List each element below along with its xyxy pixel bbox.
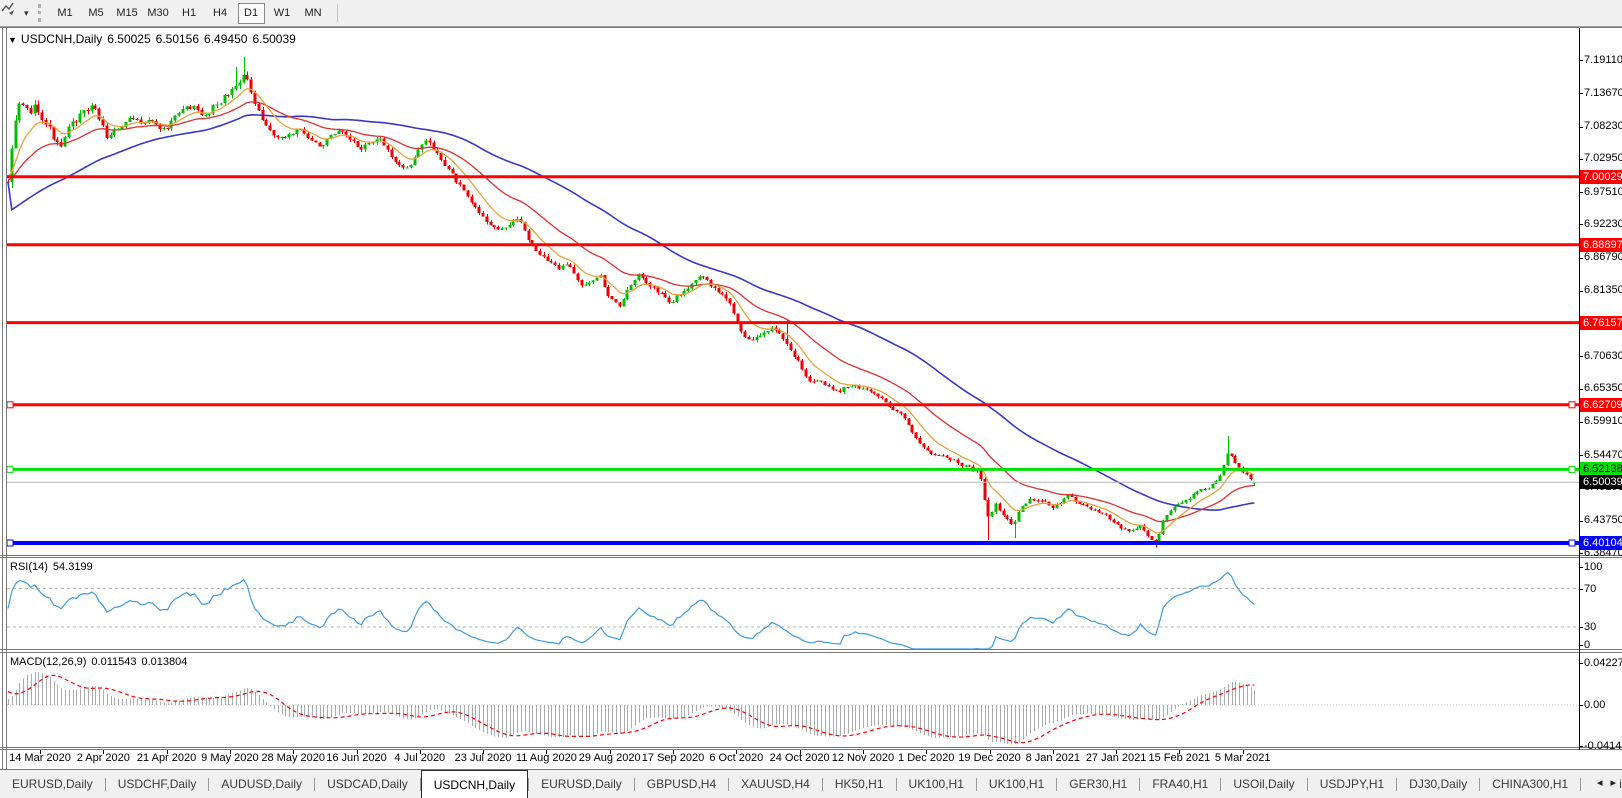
chart-tab-CHINA300-H1[interactable]: CHINA300,H1 xyxy=(1480,770,1580,798)
chart-tab-USDCNH-Daily[interactable]: USDCNH,Daily xyxy=(421,770,528,798)
date-axis-label: 6 Oct 2020 xyxy=(709,752,763,764)
date-axis-label: 5 Mar 2021 xyxy=(1215,752,1271,764)
ohlc-low: 6.49450 xyxy=(204,32,247,46)
chart-tab-GER30-H1[interactable]: GER30,H1 xyxy=(1057,770,1139,798)
date-axis-label: 8 Jan 2021 xyxy=(1026,752,1080,764)
price-line-label-6-76157: 6.76157 xyxy=(1580,316,1622,330)
macd-signal-value: 0.013804 xyxy=(142,656,188,668)
price-line-label-6-40104: 6.40104 xyxy=(1580,536,1622,550)
price-axis-tick: 6.43750 xyxy=(1584,514,1622,526)
chart-tab-AUDUSD-Daily[interactable]: AUDUSD,Daily xyxy=(209,770,314,798)
terminal-window: ▾ M1M5M15M30H1H4D1W1MN ▼ USDCNH,Daily 6.50… xyxy=(0,0,1622,798)
macd-name: MACD(12,26,9) xyxy=(10,656,86,668)
macd-axis-tick: 0.00 xyxy=(1584,699,1605,711)
date-axis-label: 9 May 2020 xyxy=(201,752,258,764)
date-axis-label: 21 Apr 2020 xyxy=(137,752,196,764)
tab-scroll-arrows: ◂ ▸ xyxy=(1594,776,1619,789)
date-axis-label: 14 Mar 2020 xyxy=(9,752,71,764)
timeframe-button-M1[interactable]: M1 xyxy=(52,3,79,24)
chart-tab-bar: EURUSD,DailyUSDCHF,DailyAUDUSD,DailyUSDC… xyxy=(0,770,1622,798)
ohlc-open: 6.50025 xyxy=(107,32,150,46)
toolbar-separator xyxy=(337,4,338,22)
rsi-axis-tick: 70 xyxy=(1584,583,1596,595)
macd-main-value: 0.011543 xyxy=(91,656,136,668)
price-line-label-6-88897: 6.88897 xyxy=(1580,238,1622,252)
price-line-label-6-62709: 6.62709 xyxy=(1580,398,1622,412)
toolbar-grip[interactable] xyxy=(38,4,41,22)
timeframe-button-D1[interactable]: D1 xyxy=(238,3,265,24)
chart-tab-USOil-Daily[interactable]: USOil,Daily xyxy=(1221,770,1306,798)
timeframes-toolbar: ▾ M1M5M15M30H1H4D1W1MN xyxy=(0,0,1622,27)
tab-scroll-right-icon[interactable]: ▸ xyxy=(1610,776,1616,789)
timeframe-button-W1[interactable]: W1 xyxy=(269,3,296,24)
rsi-axis-tick: 100 xyxy=(1584,561,1602,573)
chart-tab-FRA40-H1[interactable]: FRA40,H1 xyxy=(1140,770,1220,798)
chart-tab-EURUSD-Daily[interactable]: EURUSD,Daily xyxy=(0,770,105,798)
date-axis-label: 29 Aug 2020 xyxy=(579,752,641,764)
price-axis-tick: 6.97510 xyxy=(1584,186,1622,198)
timeframe-button-M15[interactable]: M15 xyxy=(114,3,141,24)
price-line-label-7-00029: 7.00029 xyxy=(1580,170,1622,184)
rsi-indicator-label: RSI(14) 54.3199 xyxy=(10,561,98,573)
price-axis-tick: 7.19110 xyxy=(1584,54,1622,66)
date-axis-label: 12 Nov 2020 xyxy=(832,752,894,764)
chart-tab-USDCHF-Daily[interactable]: USDCHF,Daily xyxy=(106,770,209,798)
chart-title: USDCNH,Daily xyxy=(21,32,102,46)
date-axis-label: 1 Dec 2020 xyxy=(898,752,954,764)
price-axis-tick: 6.59910 xyxy=(1584,415,1622,427)
date-axis-label: 4 Jul 2020 xyxy=(394,752,445,764)
timeframe-button-H4[interactable]: H4 xyxy=(207,3,234,24)
ohlc-close: 6.50039 xyxy=(252,32,295,46)
macd-axis-tick: 0.042275 xyxy=(1584,657,1622,669)
date-axis-label: 19 Dec 2020 xyxy=(958,752,1020,764)
rsi-value: 54.3199 xyxy=(53,561,93,573)
price-axis-tick: 6.81350 xyxy=(1584,284,1622,296)
rsi-axis-tick: 0 xyxy=(1584,639,1590,651)
chart-tab-UK100-H1[interactable]: UK100,H1 xyxy=(897,770,976,798)
price-axis-tick: 6.92230 xyxy=(1584,218,1622,230)
chart-ohlc-header: ▼ USDCNH,Daily 6.50025 6.50156 6.49450 6.5003… xyxy=(8,32,301,46)
timeframe-button-H1[interactable]: H1 xyxy=(176,3,203,24)
chart-tab-XAUUSD-H4[interactable]: XAUUSD,H4 xyxy=(729,770,822,798)
crosshair-tool-glyph xyxy=(0,0,16,16)
price-axis-tick: 6.54470 xyxy=(1584,449,1622,461)
chart-tab-USDCAD-Daily[interactable]: USDCAD,Daily xyxy=(315,770,420,798)
crosshair-tool-icon[interactable] xyxy=(5,4,23,22)
date-axis-label: 15 Feb 2021 xyxy=(1149,752,1211,764)
timeframe-button-M30[interactable]: M30 xyxy=(145,3,172,24)
collapse-triangle-icon[interactable]: ▼ xyxy=(8,35,17,45)
price-axis-tick: 7.02950 xyxy=(1584,152,1622,164)
tool-dropdown-caret-icon[interactable]: ▾ xyxy=(24,8,29,19)
chart-tab-DJ30-Daily[interactable]: DJ30,Daily xyxy=(1397,770,1479,798)
date-axis-label: 11 Aug 2020 xyxy=(516,752,577,764)
date-axis-label: 28 May 2020 xyxy=(261,752,325,764)
price-axis-tick: 6.65350 xyxy=(1584,382,1622,394)
chart-tab-GBPUSD-H4[interactable]: GBPUSD,H4 xyxy=(635,770,728,798)
price-axis-tick: 7.13670 xyxy=(1584,87,1622,99)
chart-tab-UK100-H1[interactable]: UK100,H1 xyxy=(977,770,1056,798)
date-axis-label: 2 Apr 2020 xyxy=(77,752,130,764)
chart-tab-EURUSD-Daily[interactable]: EURUSD,Daily xyxy=(529,770,634,798)
tab-scroll-left-icon[interactable]: ◂ xyxy=(1597,776,1603,789)
macd-indicator-label: MACD(12,26,9) 0.011543 0.013804 xyxy=(10,656,192,668)
timeframe-button-MN[interactable]: MN xyxy=(300,3,327,24)
date-axis-label: 16 Jun 2020 xyxy=(326,752,387,764)
price-axis-tick: 6.86790 xyxy=(1584,251,1622,263)
timeframe-button-M5[interactable]: M5 xyxy=(83,3,110,24)
chart-tab-HK50-H1[interactable]: HK50,H1 xyxy=(823,770,896,798)
date-axis-label: 23 Jul 2020 xyxy=(455,752,512,764)
macd-axis-tick: -0.04148 xyxy=(1584,740,1622,752)
ohlc-high: 6.50156 xyxy=(156,32,199,46)
price-axis-tick: 7.08230 xyxy=(1584,120,1622,132)
timeframe-buttons: M1M5M15M30H1H4D1W1MN xyxy=(50,3,329,24)
rsi-axis-tick: 30 xyxy=(1584,621,1596,633)
date-axis-label: 24 Oct 2020 xyxy=(770,752,830,764)
price-axis-tick: 6.70630 xyxy=(1584,350,1622,362)
rsi-name: RSI(14) xyxy=(10,561,48,573)
chart-tab-USDJPY-H1[interactable]: USDJPY,H1 xyxy=(1308,770,1396,798)
price-line-label-6-50039: 6.50039 xyxy=(1580,475,1622,489)
date-axis-label: 27 Jan 2021 xyxy=(1086,752,1147,764)
date-axis-label: 17 Sep 2020 xyxy=(642,752,704,764)
